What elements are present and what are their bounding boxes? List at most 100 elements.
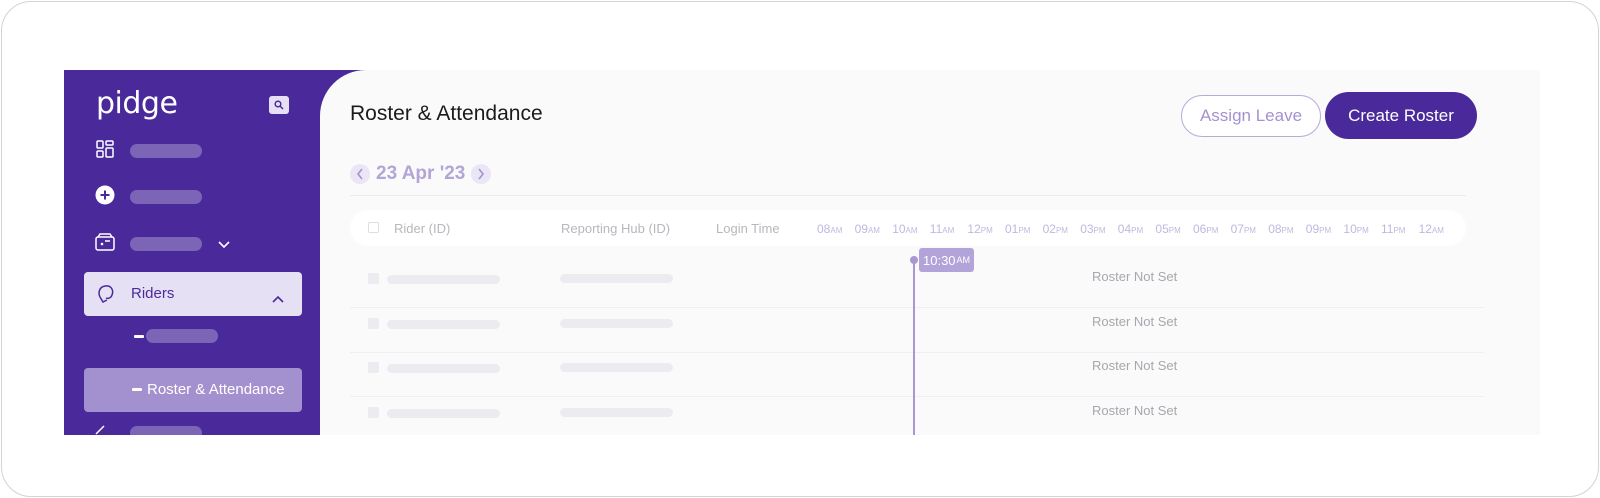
sidebar-item-dashboard[interactable]: [94, 137, 202, 161]
next-date-button[interactable]: [471, 164, 492, 184]
plus-circle-icon: [94, 184, 116, 206]
chevron-up-icon: [272, 290, 284, 308]
current-time-dot: [910, 256, 918, 264]
hour-value: 11: [929, 222, 943, 236]
rider-id-placeholder: [387, 364, 500, 374]
create-roster-button[interactable]: Create Roster: [1325, 92, 1477, 139]
hour-value: 04: [1117, 222, 1132, 236]
pidge-logo: pidge: [96, 86, 178, 121]
roster-status: Roster Not Set: [1092, 269, 1178, 284]
nav-label-placeholder: [146, 329, 218, 343]
reporting-hub-placeholder: [560, 274, 673, 283]
hour-ampm: PM: [1356, 226, 1369, 235]
roster-status: Roster Not Set: [1092, 358, 1178, 374]
timeline-hour-label: 01PM: [1005, 222, 1030, 236]
sidebar-subitem-roster-attendance[interactable]: Roster & Attendance: [84, 368, 302, 412]
reporting-hub-placeholder: [560, 363, 673, 373]
hour-value: 03: [1080, 222, 1094, 236]
hour-value: 09: [1305, 222, 1320, 236]
timeline-hour-label: 11AM: [930, 222, 954, 236]
partial-nav-icon: [94, 422, 105, 435]
divider: [350, 195, 1466, 196]
hour-ampm: PM: [980, 226, 993, 235]
hour-value: 09: [854, 222, 868, 236]
chevron-right-icon: [478, 168, 485, 180]
hour-value: 07: [1230, 222, 1244, 236]
current-time-line: [913, 260, 915, 435]
hour-ampm: AM: [867, 226, 880, 235]
hour-value: 10: [892, 222, 906, 236]
hour-ampm: PM: [1093, 226, 1106, 235]
timeline-hour-label: 12AM: [1419, 222, 1444, 236]
hour-value: 08: [1268, 222, 1282, 236]
table-row[interactable]: Roster Not Set: [350, 397, 1484, 435]
table-row[interactable]: Roster Not Set: [350, 352, 1484, 398]
hour-ampm: PM: [1206, 226, 1219, 235]
chevron-down-icon: [218, 236, 230, 254]
sidebar-item-label: Roster & Attendance: [147, 381, 285, 398]
hour-ampm: PM: [1281, 226, 1294, 235]
assign-leave-button[interactable]: Assign Leave: [1181, 95, 1321, 137]
row-checkbox[interactable]: [368, 273, 379, 284]
hour-ampm: PM: [1055, 226, 1068, 235]
page-title: Roster & Attendance: [350, 102, 543, 125]
search-button[interactable]: [269, 96, 289, 114]
hour-ampm: PM: [1168, 226, 1181, 235]
rider-id-placeholder: [387, 409, 500, 419]
select-all-checkbox[interactable]: [368, 222, 379, 233]
hour-value: 08: [817, 222, 831, 236]
hour-ampm: PM: [1319, 226, 1332, 235]
chevron-left-icon: [356, 168, 363, 180]
timeline-hour-label: 04PM: [1118, 222, 1143, 236]
timeline-hour-label: 09PM: [1306, 222, 1331, 236]
dash-icon: [134, 335, 144, 338]
row-checkbox[interactable]: [368, 362, 379, 374]
timeline-hour-label: 09AM: [855, 222, 880, 236]
hour-value: 06: [1193, 222, 1207, 236]
column-header-rider: Rider (ID): [394, 221, 451, 236]
hour-ampm: PM: [1131, 226, 1144, 235]
row-checkbox[interactable]: [368, 317, 379, 329]
hour-ampm: PM: [1393, 226, 1406, 235]
hour-ampm: AM: [905, 226, 918, 235]
timeline-hour-label: 11PM: [1381, 222, 1405, 236]
rider-head-icon: [96, 283, 116, 310]
hour-ampm: AM: [830, 226, 843, 235]
sidebar-item-riders[interactable]: Riders: [84, 272, 302, 316]
timeline-hour-label: 10PM: [1343, 222, 1368, 236]
current-time-tag: 10:30 AM: [919, 248, 975, 272]
hour-value: 10: [1343, 222, 1357, 236]
search-icon: [274, 100, 284, 110]
timeline-hour-label: 05PM: [1155, 222, 1180, 236]
roster-status: Roster Not Set: [1092, 403, 1178, 419]
current-time-value: 10:30: [923, 252, 956, 268]
dash-icon: [132, 388, 142, 391]
rider-id-placeholder: [387, 319, 500, 329]
table-row[interactable]: Roster Not Set: [350, 263, 1484, 308]
hour-value: 12: [967, 222, 981, 236]
timeline-hour-label: 02PM: [1043, 222, 1068, 236]
timeline-hour-label: 12PM: [967, 222, 992, 236]
reporting-hub-placeholder: [560, 318, 673, 328]
sidebar-item-label: Riders: [131, 285, 175, 302]
nav-label-placeholder: [130, 426, 202, 435]
previous-date-button[interactable]: [350, 164, 370, 184]
hour-ampm: AM: [942, 226, 955, 235]
roster-status: Roster Not Set: [1092, 313, 1178, 329]
timeline-hour-label: 10AM: [892, 222, 917, 236]
hour-value: 02: [1042, 222, 1056, 236]
dashboard-grid-icon: [94, 138, 116, 160]
current-time-ampm: AM: [956, 255, 971, 265]
nav-label-placeholder: [130, 237, 202, 251]
timeline-hour-label: 08PM: [1268, 222, 1293, 236]
hour-ampm: PM: [1243, 226, 1256, 235]
table-row[interactable]: Roster Not Set: [350, 308, 1484, 353]
sidebar-item-create[interactable]: [94, 183, 202, 207]
screenshot-frame: pidge Riders Roster & Attendance Roster …: [1, 1, 1599, 497]
nav-label-placeholder: [130, 190, 202, 204]
hour-value: 01: [1005, 222, 1019, 236]
sidebar-item-orders[interactable]: [94, 230, 230, 254]
rider-id-placeholder: [387, 275, 500, 284]
timeline-hour-label: 03PM: [1080, 222, 1105, 236]
row-checkbox[interactable]: [368, 407, 379, 419]
